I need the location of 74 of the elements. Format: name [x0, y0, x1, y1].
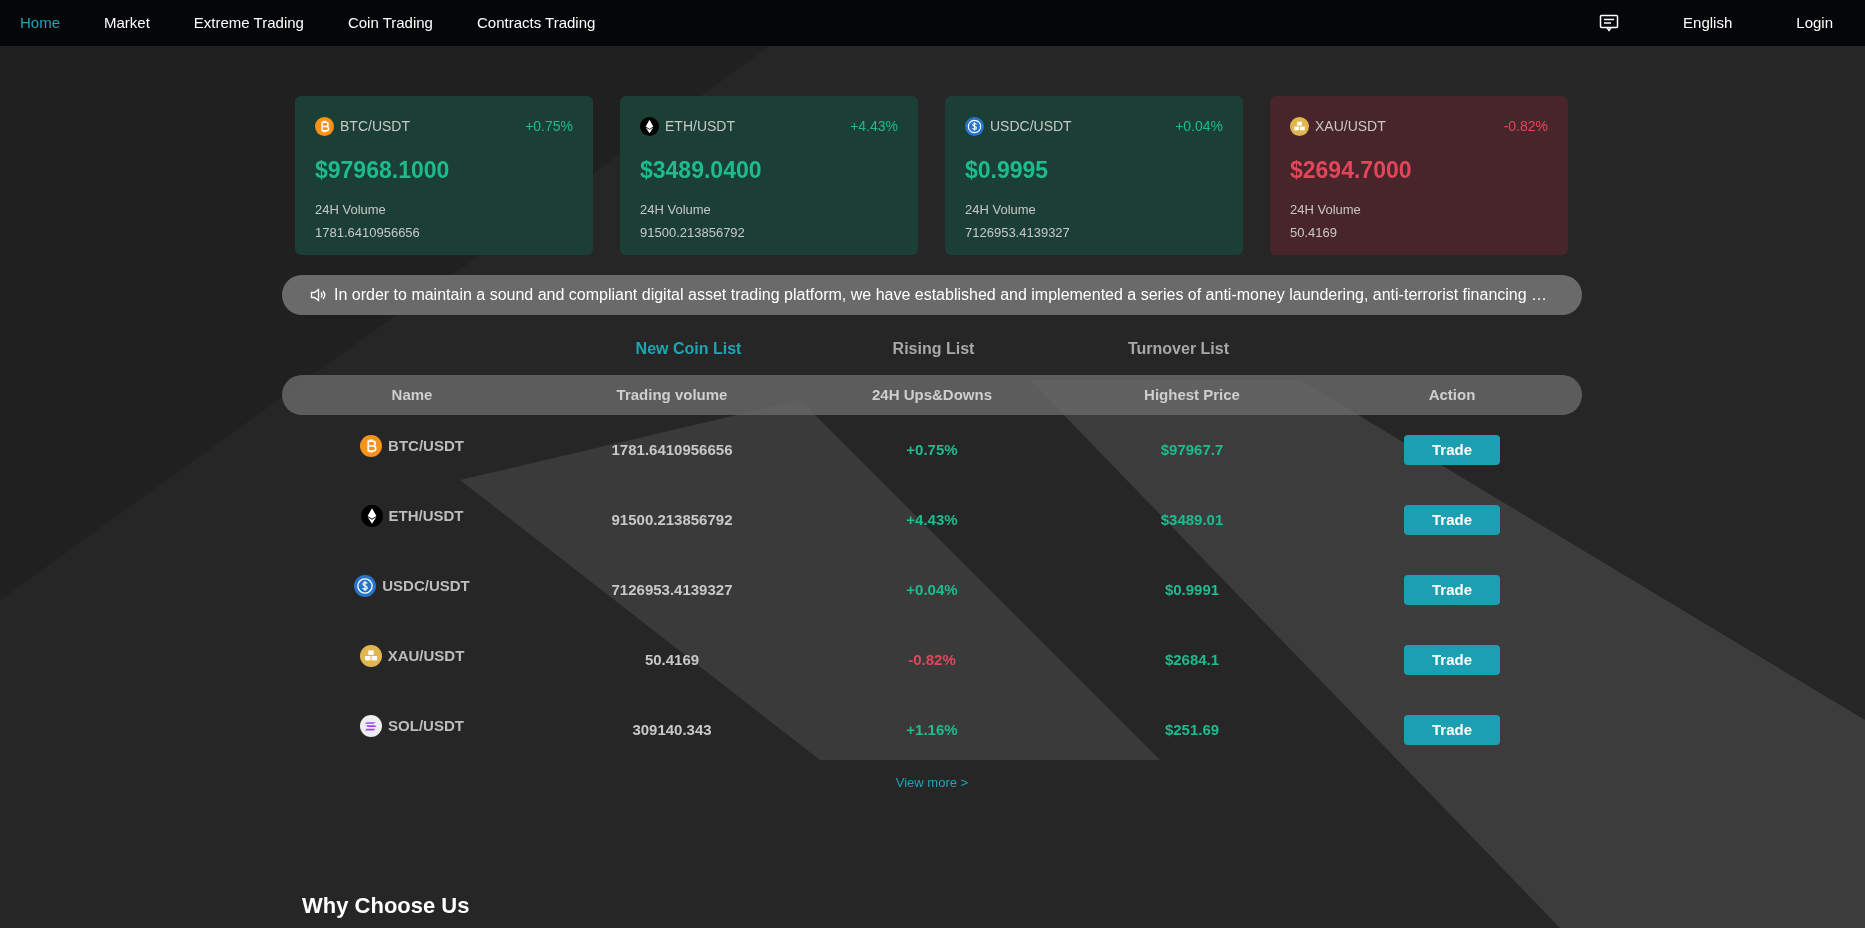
pair-name: USDC/USDT	[990, 117, 1072, 136]
table-cell-text: 1781.6410956656	[610, 439, 734, 460]
pair-name: USDC/USDT	[382, 575, 470, 596]
pair-name: BTC/USDT	[340, 117, 410, 136]
nav-link[interactable]: Home	[20, 11, 60, 35]
volume-label: 24H Volume	[965, 200, 1037, 219]
change-percent: +4.43%	[850, 117, 898, 136]
price-card[interactable]: BTC/USDT +0.75% $97968.1000 24H Volume 1781.6410956656	[295, 96, 593, 255]
table-cell-text: 7126953.4139327	[610, 579, 734, 600]
price-value: $0.9995	[965, 156, 1050, 185]
speaker-icon	[310, 288, 326, 302]
change-cell-text: -0.82%	[907, 649, 957, 670]
change-cell-text: +0.04%	[905, 579, 959, 600]
view-more-link[interactable]: View more >	[895, 773, 969, 793]
price-value: $2694.7000	[1290, 156, 1413, 185]
pair-name: ETH/USDT	[388, 505, 464, 526]
message-icon[interactable]	[1599, 14, 1620, 32]
change-percent: +0.75%	[525, 117, 573, 136]
pair-name: XAU/USDT	[1315, 117, 1386, 136]
price-value: $3489.0400	[640, 156, 763, 185]
volume-label: 24H Volume	[1290, 200, 1362, 219]
change-cell-text: +4.43%	[905, 509, 959, 530]
notice-text: In order to maintain a sound and compliant digital asset trading platform, we have established and implemented a series of anti-money laundering, anti-terrorist financing …	[334, 285, 1548, 305]
nav-link[interactable]: Contracts Trading	[476, 11, 596, 35]
price-value: $97968.1000	[315, 156, 451, 185]
change-percent: +0.04%	[1175, 117, 1223, 136]
list-tab[interactable]: Rising List	[811, 337, 1056, 361]
pair-name: BTC/USDT	[388, 435, 464, 456]
change-percent: -0.82%	[1503, 117, 1548, 136]
table-cell-text: $251.69	[1163, 719, 1221, 740]
language-link[interactable]: English	[1683, 11, 1733, 35]
notice-bar[interactable]: In order to maintain a sound and compliant digital asset trading platform, we have established and implemented a series of anti-money laundering, anti-terrorist financing …	[282, 275, 1582, 315]
volume-value: 7126953.4139327	[965, 224, 1071, 242]
change-cell-text: +1.16%	[905, 719, 959, 740]
table-cell-text: $97967.7	[1159, 439, 1225, 460]
nav-link[interactable]: Market	[104, 11, 150, 35]
volume-value: 91500.213856792	[640, 224, 746, 242]
section-heading: Why Choose Us	[302, 891, 471, 920]
volume-label: 24H Volume	[315, 200, 387, 219]
table-cell-text: 309140.343	[631, 719, 713, 740]
column-header: 24H Ups&Downs	[871, 384, 993, 405]
ingot-coin-icon	[359, 645, 382, 667]
price-card[interactable]: XAU/USDT -0.82% $2694.7000 24H Volume 50.4169	[1270, 96, 1568, 255]
table-cell-text: 91500.213856792	[610, 509, 734, 530]
volume-label: 24H Volume	[640, 200, 712, 219]
column-header: Action	[1427, 384, 1477, 405]
table-cell-text: $2684.1	[1163, 649, 1221, 670]
table-cell-text: $3489.01	[1159, 509, 1225, 530]
ether-coin-icon	[640, 117, 659, 136]
pair-name: XAU/USDT	[387, 645, 465, 666]
list-tab[interactable]: Turnover List	[1056, 337, 1301, 361]
ether-coin-icon	[360, 505, 383, 527]
dollar-coin-icon	[965, 117, 984, 136]
list-tab[interactable]: New Coin List	[566, 337, 811, 361]
change-cell-text: +0.75%	[905, 439, 959, 460]
nav-link[interactable]: Coin Trading	[347, 11, 433, 35]
column-header: Name	[390, 384, 434, 405]
stripes-coin-icon	[360, 715, 383, 737]
column-header: Highest Price	[1143, 384, 1241, 405]
price-card[interactable]: ETH/USDT +4.43% $3489.0400 24H Volume 91500.213856792	[620, 96, 918, 255]
login-link[interactable]: Login	[1796, 11, 1833, 35]
dollar-coin-icon	[354, 575, 377, 597]
ingot-coin-icon	[1290, 117, 1309, 136]
pair-name: ETH/USDT	[665, 117, 735, 136]
column-header: Trading volume	[615, 384, 729, 405]
price-card[interactable]: USDC/USDT +0.04% $0.9995 24H Volume 7126953.4139327	[945, 96, 1243, 255]
nav-link[interactable]: Extreme Trading	[193, 11, 304, 35]
volume-value: 1781.6410956656	[315, 224, 421, 242]
pair-name: SOL/USDT	[388, 715, 464, 736]
bitcoin-coin-icon	[315, 117, 334, 136]
bitcoin-coin-icon	[360, 435, 383, 457]
table-cell-text: 50.4169	[643, 649, 701, 670]
volume-value: 50.4169	[1290, 224, 1338, 242]
table-cell-text: $0.9991	[1163, 579, 1221, 600]
